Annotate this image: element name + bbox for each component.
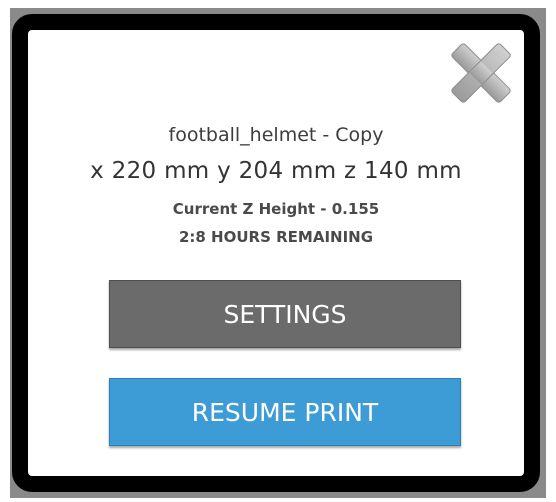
- close-icon: [451, 43, 511, 103]
- time-remaining: 2:8 HOURS REMAINING: [178, 228, 374, 246]
- resume-print-button[interactable]: RESUME PRINT: [109, 378, 461, 446]
- settings-button[interactable]: SETTINGS: [109, 280, 461, 348]
- print-dimensions: x 220 mm y 204 mm z 140 mm: [90, 158, 462, 184]
- file-name: football_helmet - Copy: [168, 124, 384, 146]
- close-button[interactable]: [442, 34, 520, 112]
- current-z-height: Current Z Height - 0.155: [172, 200, 380, 218]
- screen-background: football_helmet - Copy x 220 mm y 204 mm…: [10, 8, 546, 498]
- print-status-dialog: football_helmet - Copy x 220 mm y 204 mm…: [12, 14, 540, 492]
